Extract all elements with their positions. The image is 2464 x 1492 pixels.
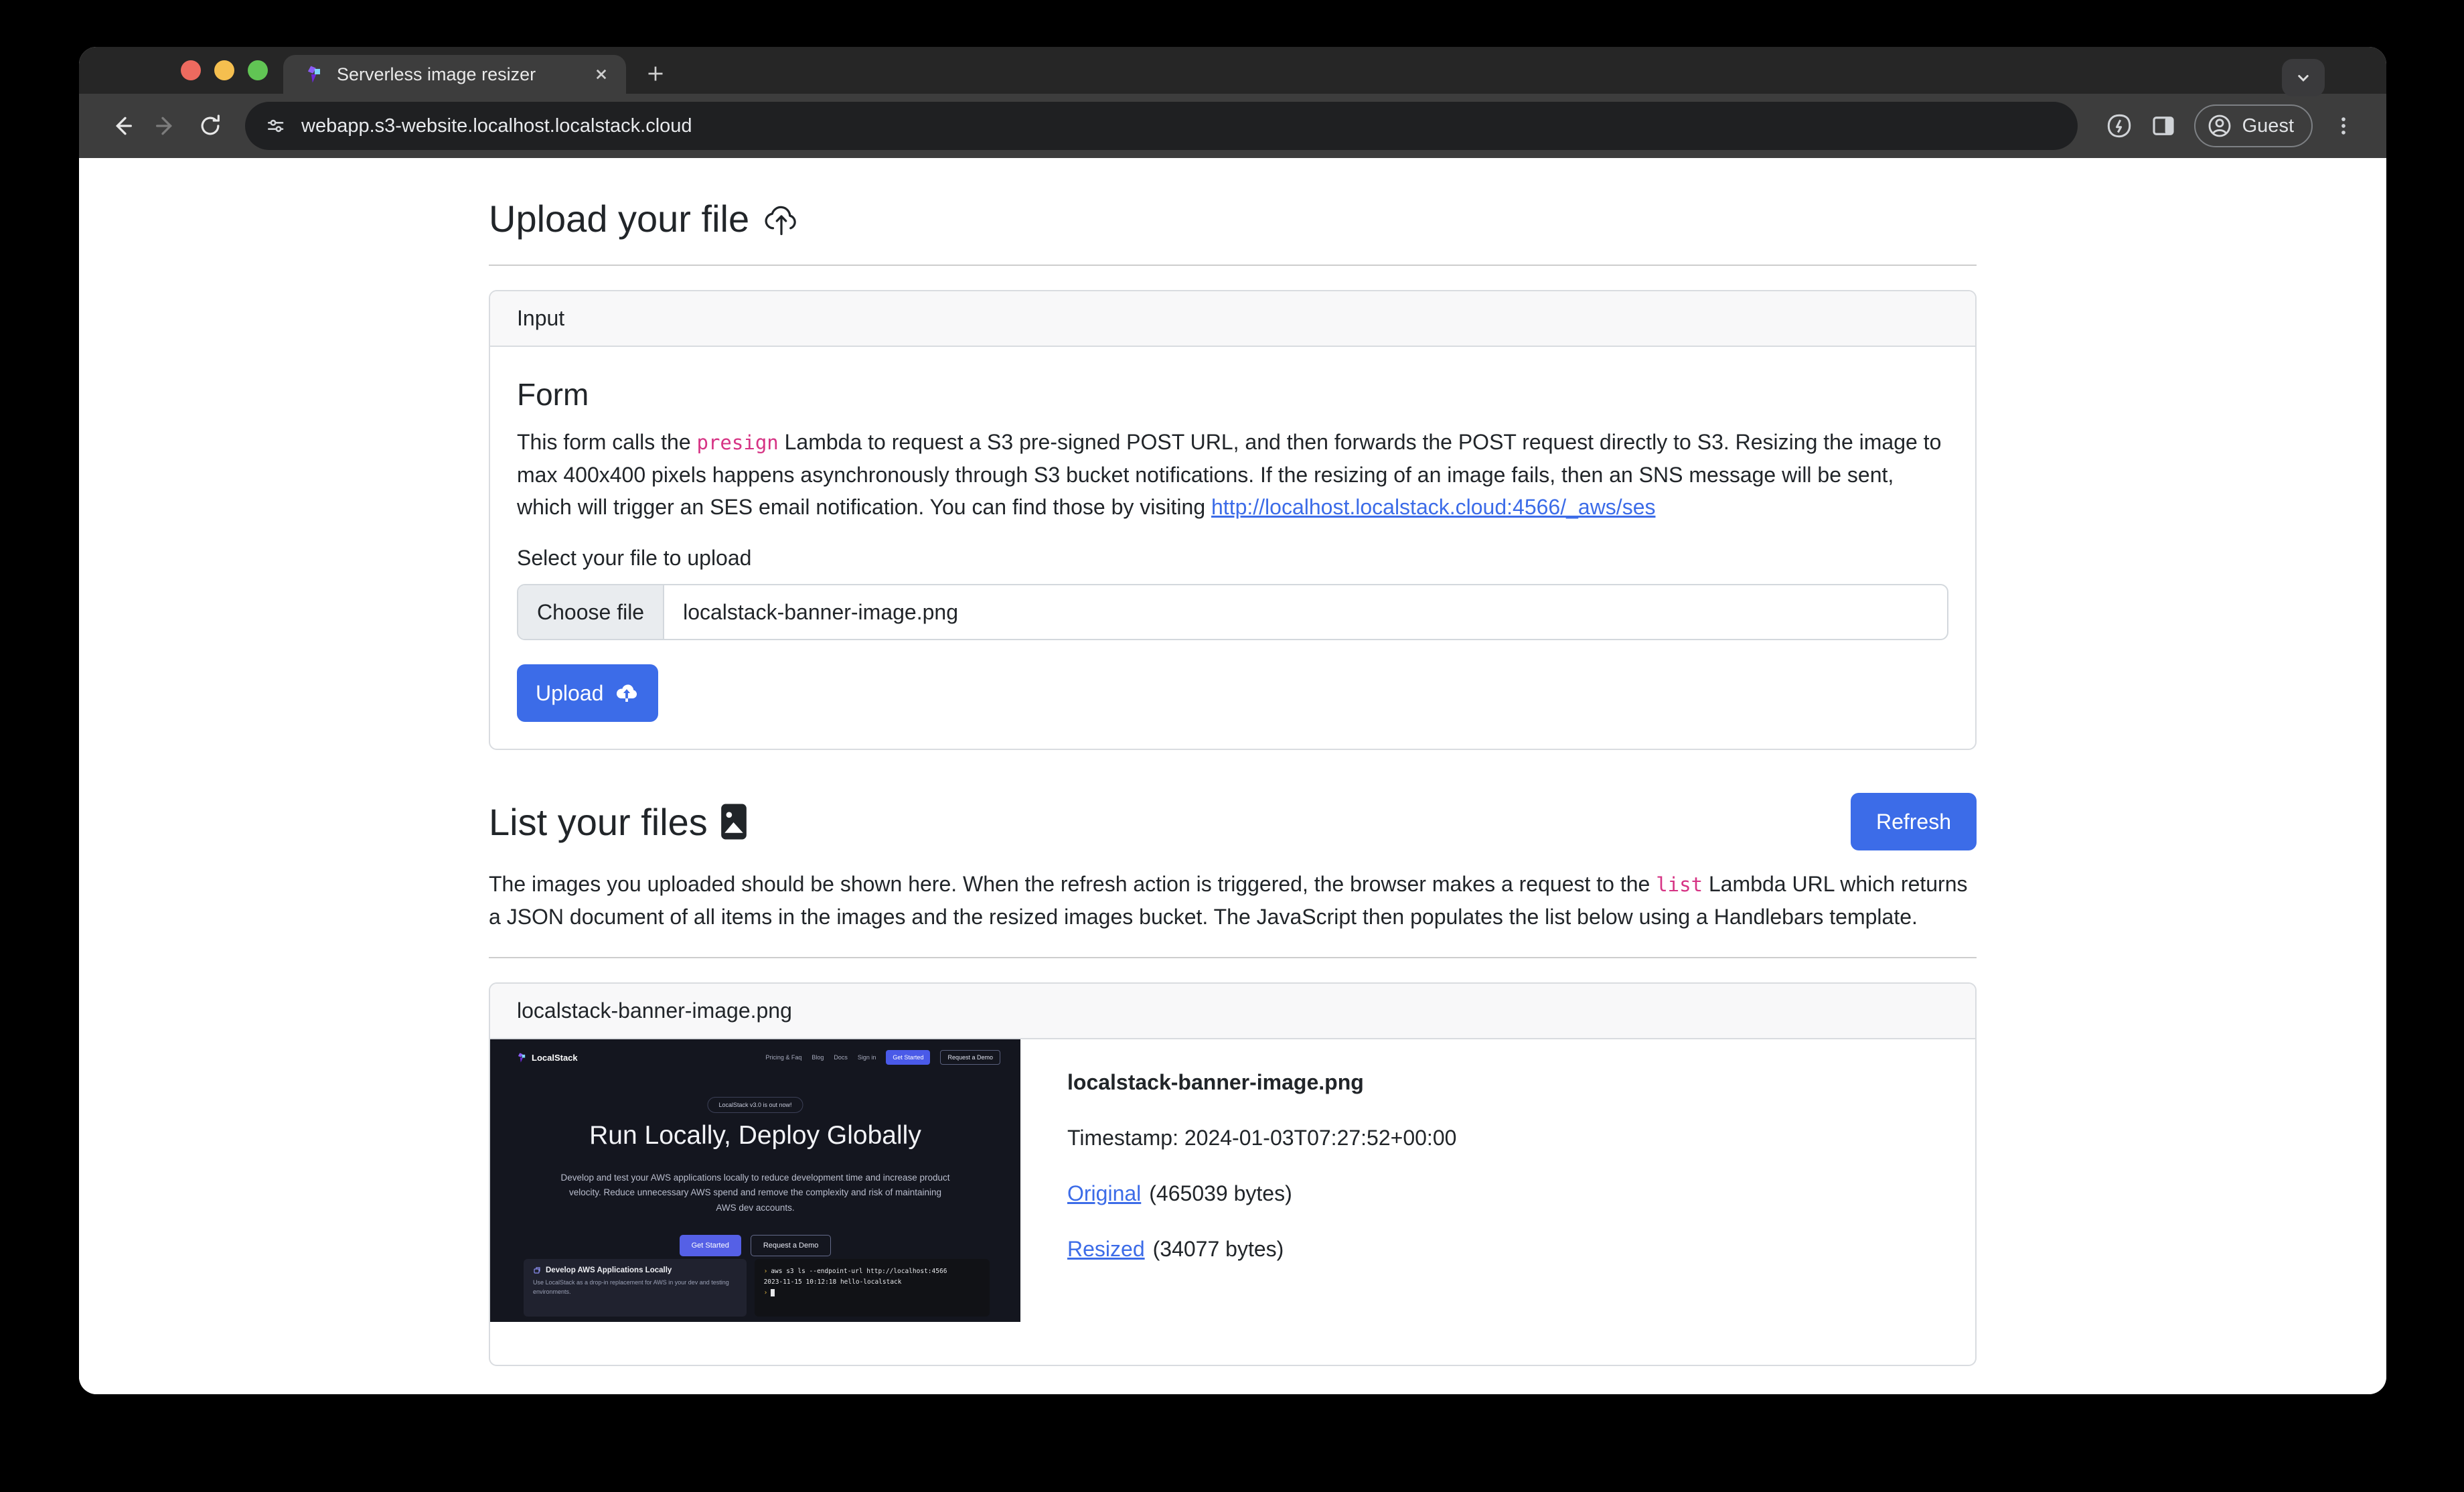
cloud-upload-icon <box>761 199 801 239</box>
resized-size: (34077 bytes) <box>1153 1237 1284 1261</box>
banner-feature-text: Use LocalStack as a drop-in replacement … <box>533 1278 737 1297</box>
file-name: localstack-banner-image.png <box>1067 1070 1364 1094</box>
file-input[interactable]: Choose file localstack-banner-image.png <box>517 584 1948 640</box>
original-size: (465039 bytes) <box>1149 1181 1292 1205</box>
refresh-button[interactable]: Refresh <box>1851 793 1977 850</box>
input-card: Input Form This form calls the presign L… <box>489 290 1977 750</box>
banner-subtext: Develop and test your AWS applications l… <box>560 1171 951 1215</box>
banner-feature-title: Develop AWS Applications Locally <box>533 1266 737 1274</box>
terminal-cursor <box>771 1289 775 1296</box>
banner-cta-request-demo: Request a Demo <box>751 1235 832 1256</box>
browser-toolbar: webapp.s3-website.localhost.localstack.c… <box>79 94 2386 158</box>
terminal-output: 2023-11-15 10:12:18 hello-localstack <box>764 1277 980 1288</box>
tab-close-icon[interactable] <box>591 64 611 84</box>
back-button[interactable] <box>103 107 141 145</box>
side-panel-icon[interactable] <box>2145 107 2182 145</box>
file-label: Select your file to upload <box>517 546 1948 571</box>
divider <box>489 957 1977 958</box>
browser-window: Serverless image resizer <box>79 47 2386 1394</box>
list-code: list <box>1656 873 1703 896</box>
banner-cta-get-started: Get Started <box>680 1235 741 1256</box>
refresh-button-label: Refresh <box>1876 810 1951 834</box>
reload-button[interactable] <box>191 107 229 145</box>
form-description-text: This form calls the <box>517 430 697 454</box>
image-icon <box>720 803 748 840</box>
file-card-header: localstack-banner-image.png <box>490 984 1975 1039</box>
banner-nav-item: Sign in <box>858 1054 876 1061</box>
list-heading-text: List your files <box>489 800 708 844</box>
banner-nav-request-demo: Request a Demo <box>940 1050 1000 1065</box>
site-settings-icon[interactable] <box>265 115 287 137</box>
banner-nav-item: Blog <box>812 1054 824 1061</box>
upload-button-label: Upload <box>536 681 603 706</box>
profile-label: Guest <box>2242 115 2294 137</box>
file-timestamp: Timestamp: 2024-01-03T07:27:52+00:00 <box>1067 1126 1456 1150</box>
list-section-heading: List your files <box>489 800 748 844</box>
banner-terminal: ›aws s3 ls --endpoint-url http://localho… <box>755 1259 990 1317</box>
browser-menu-icon[interactable] <box>2325 107 2362 145</box>
close-window-button[interactable] <box>181 60 201 80</box>
banner-nav-item: Docs <box>834 1054 848 1061</box>
tab-strip: Serverless image resizer <box>79 47 2386 94</box>
banner-nav-get-started: Get Started <box>886 1050 930 1065</box>
list-description-text: The images you uploaded should be shown … <box>489 872 1656 896</box>
file-card: localstack-banner-image.png Local <box>489 982 1977 1366</box>
upload-button[interactable]: Upload <box>517 664 658 722</box>
forward-button[interactable] <box>147 107 185 145</box>
ses-link[interactable]: http://localhost.localstack.cloud:4566/_… <box>1211 495 1655 519</box>
url-text[interactable]: webapp.s3-website.localhost.localstack.c… <box>301 115 692 137</box>
profile-button[interactable]: Guest <box>2194 104 2313 147</box>
upload-section-heading: Upload your file <box>489 197 1977 240</box>
tab-title: Serverless image resizer <box>337 64 578 85</box>
divider <box>489 265 1977 266</box>
minimize-window-button[interactable] <box>214 60 234 80</box>
form-heading: Form <box>517 376 1948 413</box>
choose-file-button[interactable]: Choose file <box>518 585 664 639</box>
resized-link[interactable]: Resized <box>1067 1237 1145 1261</box>
battery-saver-icon[interactable] <box>2100 107 2138 145</box>
tab-serverless-image-resizer[interactable]: Serverless image resizer <box>283 55 626 94</box>
tab-search-chevron-button[interactable] <box>2282 59 2325 96</box>
presign-code: presign <box>697 431 779 454</box>
list-description: The images you uploaded should be shown … <box>489 868 1977 933</box>
selected-file-name: localstack-banner-image.png <box>664 585 977 639</box>
web-page: Upload your file Input Form This form ca… <box>79 158 2386 1394</box>
banner-logo: LocalStack <box>516 1052 578 1063</box>
original-link[interactable]: Original <box>1067 1181 1141 1205</box>
zoom-window-button[interactable] <box>248 60 268 80</box>
form-description: This form calls the presign Lambda to re… <box>517 426 1948 523</box>
terminal-command: aws s3 ls --endpoint-url http://localhos… <box>771 1268 947 1275</box>
file-thumbnail[interactable]: LocalStack Pricing & Faq Blog Docs Sign … <box>490 1039 1020 1322</box>
input-card-header: Input <box>490 291 1975 347</box>
upload-heading-text: Upload your file <box>489 197 749 240</box>
banner-nav-item: Pricing & Faq <box>765 1054 801 1061</box>
url-bar[interactable]: webapp.s3-website.localhost.localstack.c… <box>245 102 2078 150</box>
favicon-localstack-icon <box>303 64 323 84</box>
new-tab-button[interactable] <box>643 62 668 86</box>
traffic-lights <box>181 60 268 80</box>
banner-badge: LocalStack v3.0 is out now! <box>707 1097 803 1113</box>
banner-headline: Run Locally, Deploy Globally <box>490 1121 1020 1150</box>
